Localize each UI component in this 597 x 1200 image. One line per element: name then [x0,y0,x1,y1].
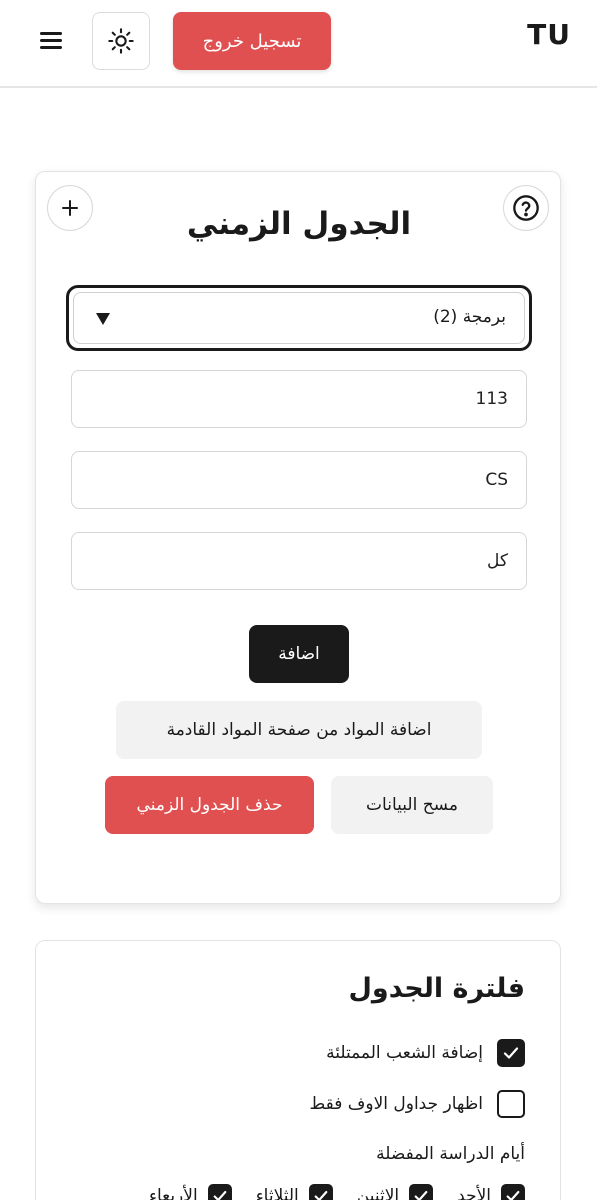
day-sunday[interactable]: الأحد [457,1184,525,1200]
course-code-input[interactable] [71,451,527,509]
day-monday[interactable]: الاثنين [356,1184,434,1200]
app-logo[interactable]: TU [527,18,571,51]
day-label: الثلاثاء [255,1186,299,1200]
add-course-button[interactable]: اضافة [249,625,349,683]
day-tuesday[interactable]: الثلاثاء [256,1184,333,1200]
department-select-value: برمجة (2) [433,307,506,327]
section-input[interactable] [71,532,527,590]
course-number-input[interactable] [71,370,527,428]
checkmark-icon [314,1190,328,1200]
preferred-days-list: الأحد الاثنين الثلاثاء الأربعاء [149,1184,525,1200]
checkbox-checked[interactable] [207,1184,232,1200]
checkbox-checked[interactable] [497,1039,525,1067]
checkbox-checked[interactable] [409,1184,434,1200]
full-sections-label: إضافة الشعب الممتلئة [326,1043,483,1063]
delete-timetable-button[interactable]: حذف الجدول الزمني [105,776,314,834]
preferred-days-label: أيام الدراسة المفضلة [376,1144,525,1164]
theme-toggle-button[interactable] [92,12,150,70]
day-label: الأحد [457,1186,491,1200]
day-label: الأربعاء [148,1186,198,1200]
checkmark-icon [213,1190,227,1200]
import-courses-button[interactable]: اضافة المواد من صفحة المواد القادمة [116,701,482,759]
page-title: الجدول الزمني [186,206,412,242]
filter-title: فلترة الجدول [348,973,525,1004]
department-select[interactable]: برمجة (2) [66,285,532,351]
checkmark-icon [506,1190,520,1200]
logout-button[interactable]: تسجيل خروج [173,12,331,70]
timetable-card: الجدول الزمني برمجة (2) اضافة اضافة المو… [35,171,561,904]
sun-icon [108,28,134,54]
off-only-label: اظهار جداول الاوف فقط [309,1094,483,1114]
hamburger-menu-icon[interactable] [34,26,68,56]
checkmark-icon [414,1190,428,1200]
clear-data-button[interactable]: مسح البيانات [331,776,493,834]
top-header: تسجيل خروج TU [0,0,597,88]
full-sections-option[interactable]: إضافة الشعب الممتلئة [326,1038,525,1068]
checkmark-icon [503,1047,519,1059]
checkbox-checked[interactable] [308,1184,333,1200]
day-label: الاثنين [356,1186,400,1200]
off-only-option[interactable]: اظهار جداول الاوف فقط [309,1089,525,1119]
checkbox-checked[interactable] [501,1184,525,1200]
triangle-down-icon [96,313,110,325]
checkbox-unchecked[interactable] [497,1090,525,1118]
filter-card: فلترة الجدول إضافة الشعب الممتلئة اظهار … [35,940,561,1200]
day-wednesday[interactable]: الأربعاء [149,1184,232,1200]
